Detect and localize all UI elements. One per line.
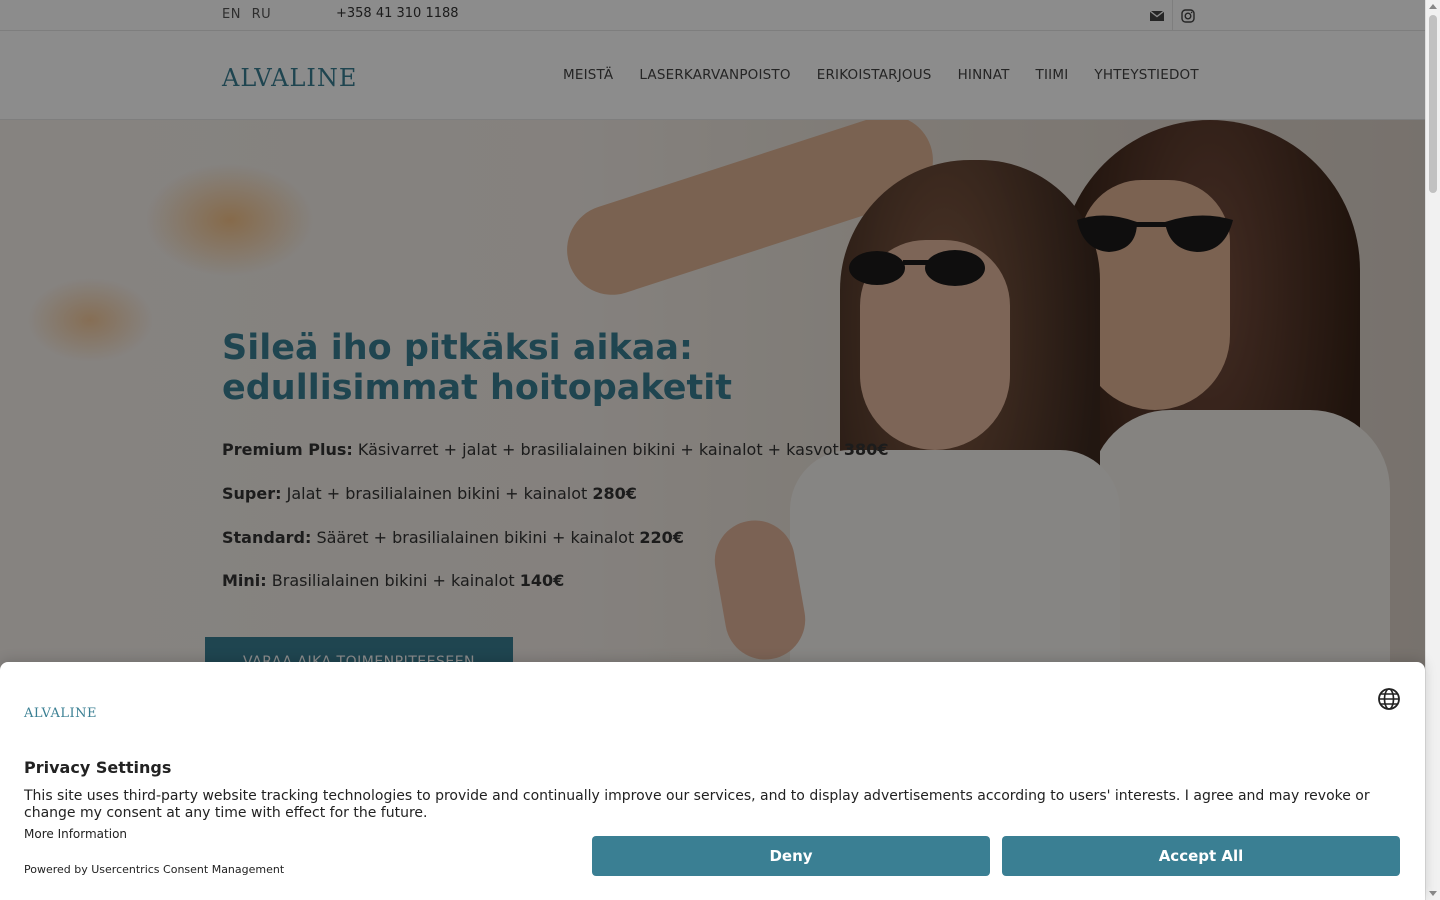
scroll-up-arrow[interactable] — [1429, 4, 1437, 9]
accept-all-button[interactable]: Accept All — [1002, 836, 1400, 876]
language-globe-icon[interactable] — [1377, 687, 1401, 711]
deny-button[interactable]: Deny — [592, 836, 990, 876]
powered-by-text[interactable]: Powered by Usercentrics Consent Manageme… — [24, 863, 284, 876]
consent-description: This site uses third-party website track… — [24, 788, 1370, 821]
more-information-link[interactable]: More Information — [24, 827, 127, 841]
page-scrollbar[interactable] — [1425, 0, 1440, 900]
consent-title: Privacy Settings — [24, 758, 172, 777]
consent-logo: ALVALINE — [24, 706, 98, 721]
scrollbar-thumb[interactable] — [1429, 15, 1437, 193]
scroll-down-arrow[interactable] — [1429, 891, 1437, 896]
privacy-consent-banner: ALVALINE Privacy Settings This site uses… — [0, 662, 1425, 900]
